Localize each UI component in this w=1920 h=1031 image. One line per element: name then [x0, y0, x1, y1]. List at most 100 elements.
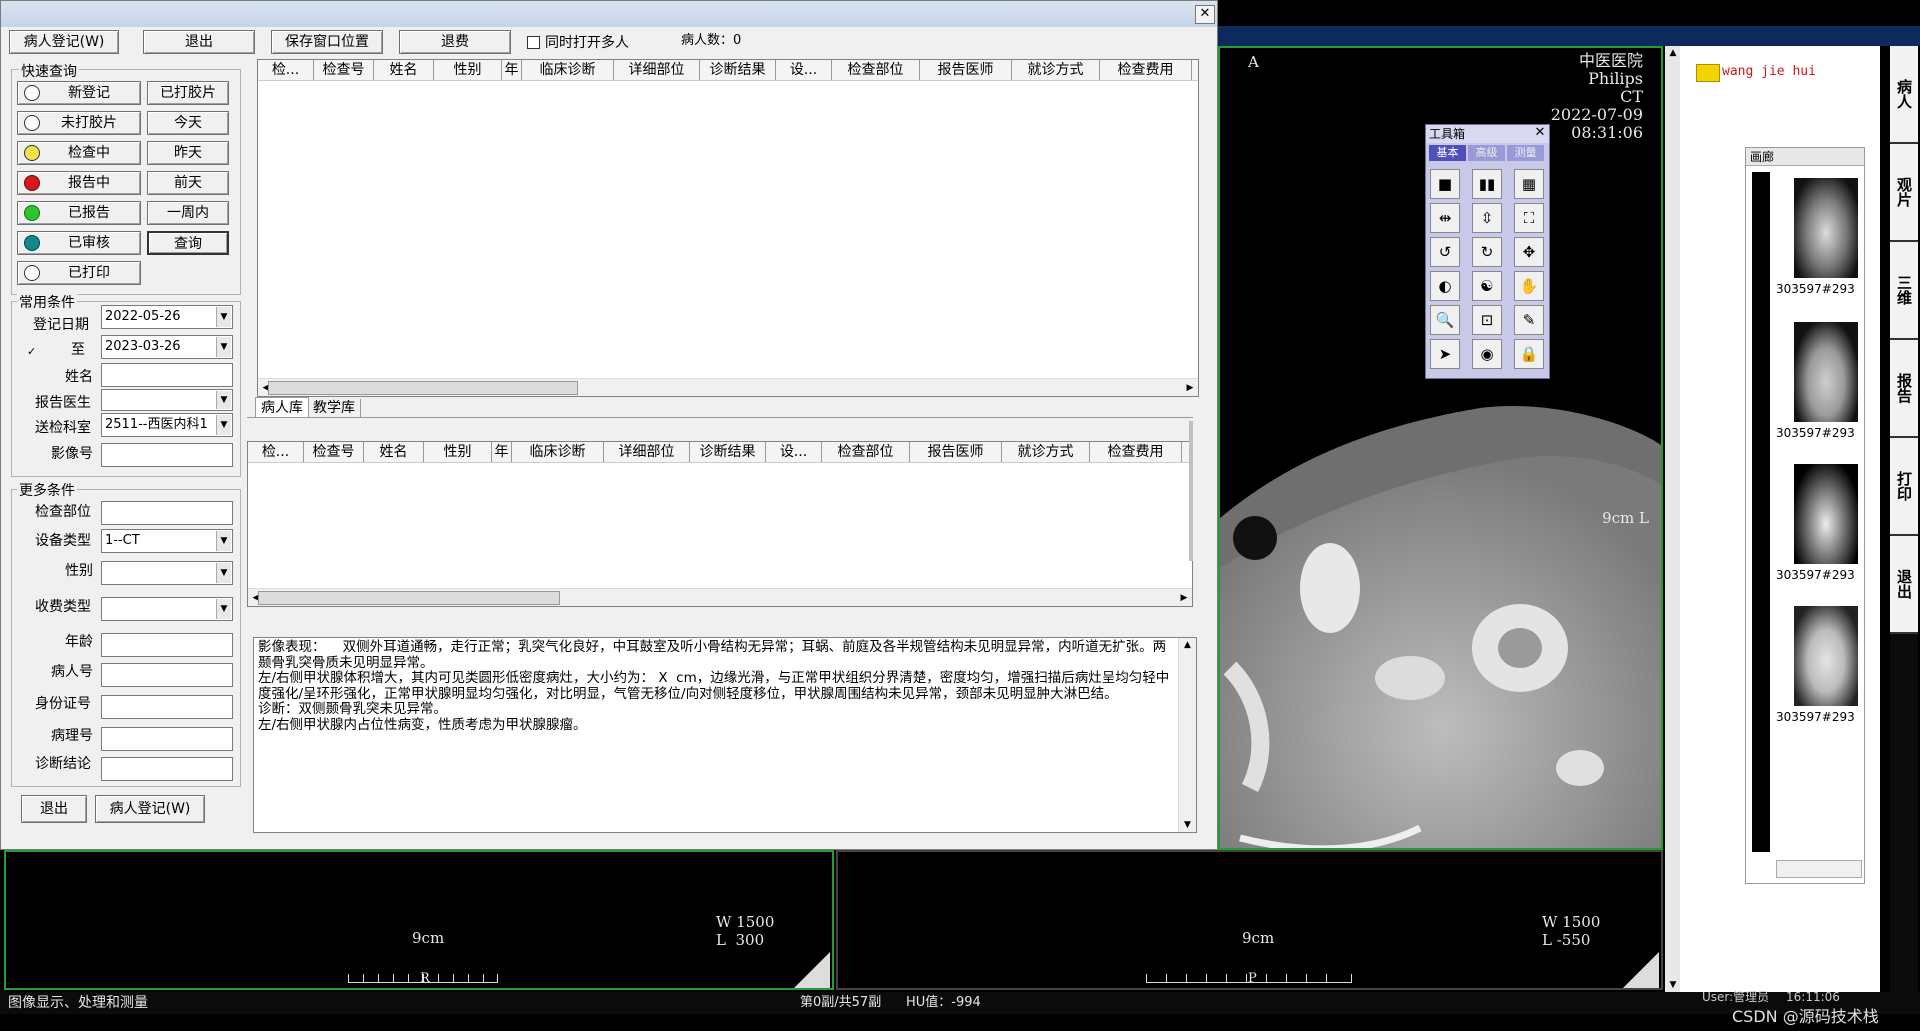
column-header[interactable]: 设...: [776, 60, 832, 80]
layout-2x2-icon[interactable]: ▦: [1514, 169, 1544, 199]
column-header[interactable]: 设...: [766, 442, 822, 462]
move-icon[interactable]: ✥: [1514, 237, 1544, 267]
scroll-thumb[interactable]: [268, 381, 578, 395]
lock-icon[interactable]: 🔒: [1514, 339, 1544, 369]
device-type-select[interactable]: 1--CT ▼: [101, 529, 233, 553]
patient-list-hscrollbar[interactable]: ◀ ▶: [258, 378, 1198, 396]
status-reported-button[interactable]: 已报告: [17, 201, 141, 225]
patient-no-field[interactable]: [101, 663, 233, 687]
tab-teaching-library[interactable]: 教学库: [308, 399, 361, 417]
reset-icon[interactable]: ◉: [1472, 339, 1502, 369]
column-header[interactable]: 临床诊断: [512, 442, 604, 462]
invert-icon[interactable]: ◐: [1430, 271, 1460, 301]
column-header[interactable]: 检查部位: [832, 60, 920, 80]
pathology-no-field[interactable]: [101, 727, 233, 751]
scroll-right-arrow-icon[interactable]: ▶: [1182, 379, 1198, 396]
pointer-icon[interactable]: ➤: [1430, 339, 1460, 369]
user-folder-icon[interactable]: [1696, 64, 1720, 82]
exam-part-field[interactable]: [101, 501, 233, 525]
scroll-down-arrow-icon[interactable]: ▼: [1179, 820, 1196, 830]
user-name[interactable]: wang jie hui: [1722, 64, 1816, 79]
column-header[interactable]: 就诊方式: [1002, 442, 1090, 462]
column-header[interactable]: 姓名: [374, 60, 434, 80]
gallery-thumb[interactable]: [1794, 178, 1858, 278]
column-header[interactable]: 就诊方式: [1012, 60, 1100, 80]
dropdown-arrow-icon[interactable]: ▼: [216, 563, 231, 583]
column-header[interactable]: 详细部位: [614, 60, 700, 80]
flip-vertical-icon[interactable]: ⇳: [1472, 203, 1502, 233]
status-unprinted-button[interactable]: 未打胶片: [17, 111, 141, 135]
dropdown-arrow-icon[interactable]: ▼: [216, 337, 231, 357]
dropdown-arrow-icon[interactable]: ▼: [216, 307, 231, 327]
library-vscroll[interactable]: [1189, 421, 1193, 561]
library-list-hscrollbar[interactable]: ◀ ▶: [248, 588, 1192, 606]
column-header[interactable]: 检...: [258, 60, 314, 80]
column-header[interactable]: 临床诊断: [522, 60, 614, 80]
dialog-titlebar[interactable]: [1, 1, 1217, 27]
column-header[interactable]: 性别: [424, 442, 492, 462]
status-in-exam-button[interactable]: 检查中: [17, 141, 141, 165]
layout-1x1-icon[interactable]: ■: [1430, 169, 1460, 199]
tab-patient-library[interactable]: 病人库: [255, 397, 309, 418]
column-header[interactable]: 年: [502, 60, 522, 80]
window-level-icon[interactable]: ☯: [1472, 271, 1502, 301]
toolbox-tab-basic[interactable]: 基本: [1429, 145, 1466, 161]
scroll-down-arrow-icon[interactable]: ▼: [1665, 980, 1681, 990]
annotate-icon[interactable]: ✎: [1514, 305, 1544, 335]
dialog-close-icon[interactable]: ✕: [1195, 5, 1215, 24]
toolbox-tab-advanced[interactable]: 高级: [1468, 145, 1505, 161]
refund-button[interactable]: 退费: [399, 30, 511, 54]
column-header[interactable]: 报告医师: [910, 442, 1002, 462]
column-header[interactable]: 详细部位: [604, 442, 690, 462]
today-button[interactable]: 今天: [147, 111, 229, 135]
column-header[interactable]: 检查号: [304, 442, 364, 462]
library-list[interactable]: 检... 检查号 姓名 性别年临床诊断 详细部位 诊断结果 设... 检查部位 报告医师 就诊方式…: [247, 441, 1193, 607]
filmed-button[interactable]: 已打胶片: [147, 81, 229, 105]
side-tab-patient[interactable]: 病人: [1890, 46, 1918, 144]
rotate-right-icon[interactable]: ↻: [1472, 237, 1502, 267]
column-header[interactable]: 年: [492, 442, 512, 462]
side-tab-view[interactable]: 观片: [1890, 144, 1918, 242]
reg-date-to-field[interactable]: 2023-03-26 ▼: [101, 335, 233, 359]
ct-pane-right[interactable]: 9cm W 1500 L -550 P: [836, 850, 1663, 990]
diag-conclusion-field[interactable]: [101, 757, 233, 781]
status-printed-button[interactable]: 已打印: [17, 261, 141, 285]
within-week-button[interactable]: 一周内: [147, 201, 229, 225]
column-header[interactable]: 检...: [248, 442, 304, 462]
report-vscrollbar[interactable]: ▲ ▼: [1178, 638, 1196, 832]
patient-register-button[interactable]: 病人登记(W): [9, 30, 119, 54]
column-header[interactable]: 报告医师: [920, 60, 1012, 80]
side-tab-exit[interactable]: 退出: [1890, 536, 1918, 634]
column-header[interactable]: 诊断结果: [700, 60, 776, 80]
gallery-thumb[interactable]: [1794, 464, 1858, 564]
date-to-checkbox[interactable]: ✓: [27, 346, 38, 357]
id-no-field[interactable]: [101, 695, 233, 719]
dropdown-arrow-icon[interactable]: ▼: [216, 415, 231, 435]
side-tab-print[interactable]: 打印: [1890, 438, 1918, 536]
side-tab-report[interactable]: 报告: [1890, 340, 1918, 438]
yesterday-button[interactable]: 昨天: [147, 141, 229, 165]
charge-type-select[interactable]: ▼: [101, 597, 233, 621]
crop-icon[interactable]: ⊡: [1472, 305, 1502, 335]
flip-horizontal-icon[interactable]: ⇹: [1430, 203, 1460, 233]
dept-select[interactable]: 2511--西医内科1 ▼: [101, 413, 233, 437]
gallery-thumb[interactable]: [1794, 606, 1858, 706]
exit-button[interactable]: 退出: [143, 30, 255, 54]
left-corner-fold[interactable]: [794, 952, 830, 988]
right-corner-fold[interactable]: [1623, 952, 1659, 988]
toolbox-tab-measure[interactable]: 测量: [1507, 145, 1544, 161]
status-reviewed-button[interactable]: 已审核: [17, 231, 141, 255]
gallery-thumb[interactable]: [1794, 322, 1858, 422]
column-header[interactable]: 检查费用: [1090, 442, 1182, 462]
column-header[interactable]: 性别: [434, 60, 502, 80]
side-tab-3d[interactable]: 三维: [1890, 242, 1918, 340]
status-reporting-button[interactable]: 报告中: [17, 171, 141, 195]
dropdown-arrow-icon[interactable]: ▼: [216, 391, 231, 409]
dropdown-arrow-icon[interactable]: ▼: [216, 531, 231, 551]
patient-list[interactable]: 检... 检查号 姓名 性别年临床诊断 详细部位 诊断结果 设... 检查部位 报告医师 就诊方式…: [257, 59, 1199, 397]
gender-select[interactable]: ▼: [101, 561, 233, 585]
fit-window-icon[interactable]: ⛶: [1514, 203, 1544, 233]
doctor-select[interactable]: ▼: [101, 389, 233, 411]
toolbox-close-icon[interactable]: ✕: [1533, 126, 1547, 140]
rotate-left-icon[interactable]: ↺: [1430, 237, 1460, 267]
